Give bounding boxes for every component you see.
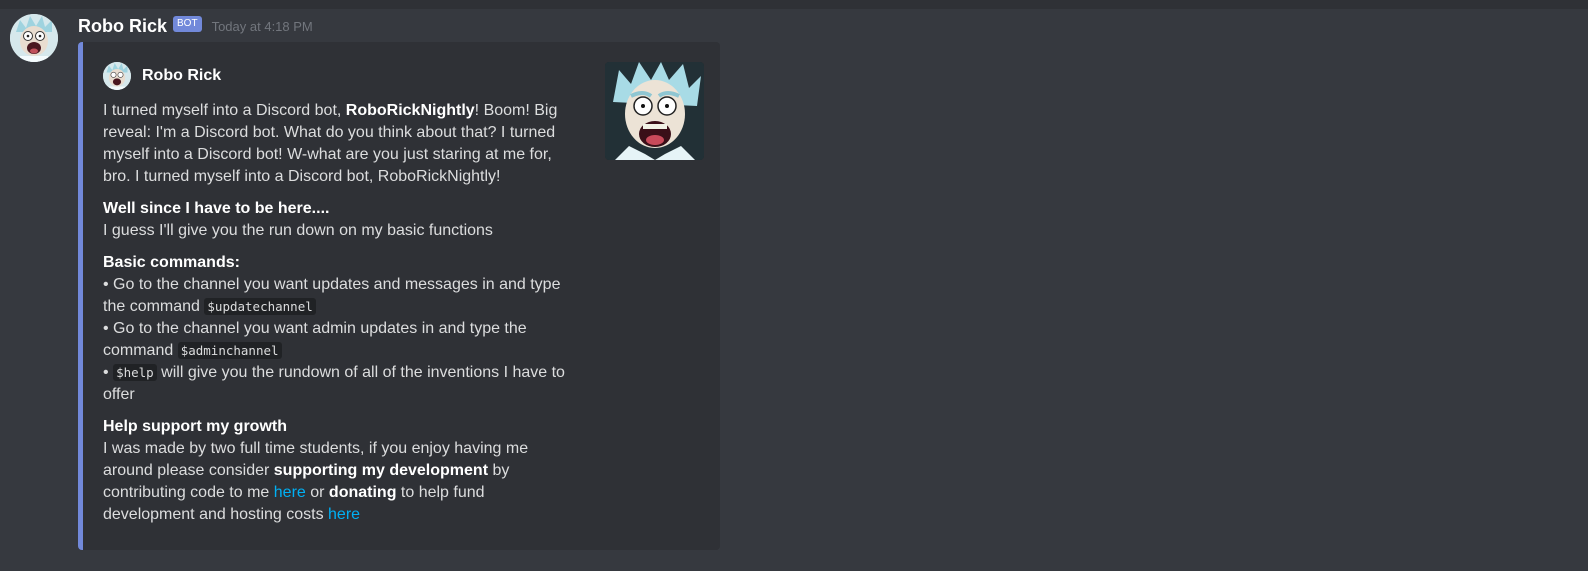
rick-thumbnail-image[interactable] xyxy=(605,62,704,160)
command-item-help: • $help will give you the rundown of all… xyxy=(103,364,565,403)
message-timestamp: Today at 4:18 PM xyxy=(211,18,313,34)
top-divider xyxy=(0,0,1588,9)
bot-name-bold: RoboRickNightly xyxy=(345,102,475,119)
message-header: Robo Rick BOT Today at 4:18 PM xyxy=(78,14,313,38)
embed-description: I turned myself into a Discord bot, Robo… xyxy=(103,100,569,526)
message-embed: Robo Rick I turned myself into a Discord… xyxy=(78,42,720,550)
donate-link[interactable]: here xyxy=(328,506,360,523)
field-support-value: I was made by two full time students, if… xyxy=(103,440,529,523)
field-support: Help support my growth I was made by two… xyxy=(103,416,569,526)
code-adminchannel: $adminchannel xyxy=(177,342,282,359)
field-intro-value: I guess I'll give you the run down on my… xyxy=(103,222,493,239)
embed-author-icon xyxy=(103,62,131,90)
bot-badge: BOT xyxy=(173,16,202,32)
embed-author: Robo Rick xyxy=(103,62,221,90)
field-support-title: Help support my growth xyxy=(103,418,287,435)
message-author-name[interactable]: Robo Rick xyxy=(78,16,167,37)
field-commands: Basic commands: • Go to the channel you … xyxy=(103,252,569,406)
description-paragraph: I turned myself into a Discord bot, Robo… xyxy=(103,102,558,185)
embed-author-name: Robo Rick xyxy=(142,67,222,84)
code-updatechannel: $updatechannel xyxy=(204,298,316,315)
code-help: $help xyxy=(113,364,157,381)
field-intro: Well since I have to be here.... I guess… xyxy=(103,198,569,242)
contribute-link[interactable]: here xyxy=(274,484,306,501)
command-item-updatechannel: • Go to the channel you want updates and… xyxy=(103,276,561,315)
field-intro-title: Well since I have to be here.... xyxy=(103,200,330,217)
rick-avatar-icon[interactable] xyxy=(10,14,58,62)
command-item-adminchannel: • Go to the channel you want admin updat… xyxy=(103,320,527,359)
field-commands-title: Basic commands: xyxy=(103,254,240,271)
